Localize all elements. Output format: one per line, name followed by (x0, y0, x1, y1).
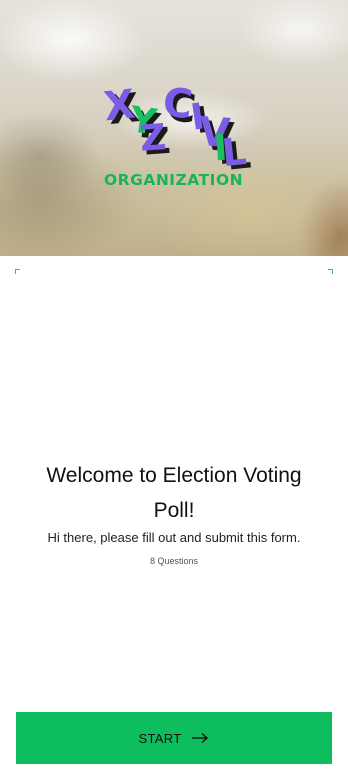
logo-subtitle: ORGANIZATION (104, 171, 244, 189)
start-button-label: START (138, 730, 182, 746)
logo-letter-z: Z (138, 117, 168, 160)
welcome-title: Welcome to Election Voting Poll! (46, 464, 302, 522)
logo-letter-l: L (219, 128, 249, 176)
card-corner-mark (328, 269, 333, 274)
arrow-right-icon (191, 732, 209, 744)
card-corner-mark (15, 269, 20, 274)
start-button[interactable]: START (16, 712, 332, 764)
organization-logo: X Y Z C I V I L ORGANIZATION (0, 0, 348, 256)
form-welcome-screen: X Y Z C I V I L ORGANIZATION Welcome to … (0, 0, 348, 774)
question-count: 8 Questions (149, 556, 199, 566)
welcome-subtitle: Hi there, please fill out and submit thi… (47, 530, 301, 545)
hero-image: X Y Z C I V I L ORGANIZATION (0, 0, 348, 256)
